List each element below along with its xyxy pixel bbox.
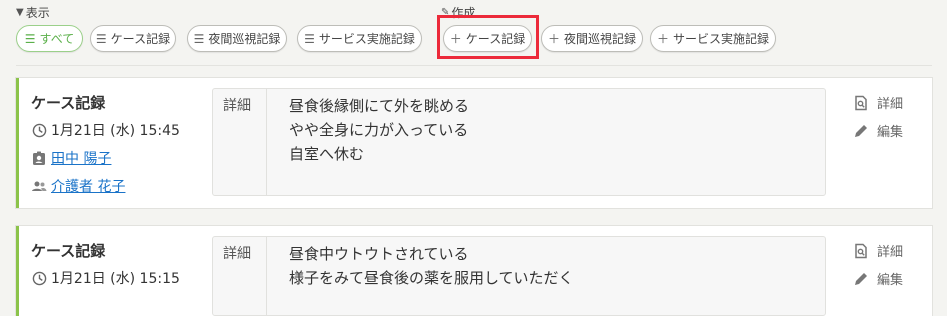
create-night-patrol-button[interactable]: ＋ 夜間巡視記録 [541, 25, 643, 52]
detail-action[interactable]: 詳細 [853, 93, 903, 112]
plus-icon: ＋ [656, 32, 669, 46]
clock-icon [31, 270, 47, 286]
filter-service-record-button[interactable]: ☰ サービス実施記録 [297, 25, 422, 52]
detail-text: 昼食後縁側にて外を眺める やや全身に力が入っている 自室へ休む [289, 97, 470, 163]
resident-link[interactable]: 田中 陽子 [51, 148, 111, 168]
record-resident: 田中 陽子 [31, 148, 111, 168]
divider [16, 65, 932, 66]
clock-icon [31, 122, 47, 138]
record-datetime: 1月21日 (水) 15:15 [31, 268, 180, 288]
filter-case-record-button[interactable]: ☰ ケース記録 [90, 25, 176, 52]
filter-icon: ☰ [95, 31, 107, 46]
filter-triangle-icon: ▼ [16, 7, 24, 18]
toolbar: ▼ 表示 ✎ 作成 ☰ すべて ☰ ケース記録 ☰ 夜間巡視記録 ☰ サービス実… [0, 0, 947, 66]
record-staff: 介護者 花子 [31, 176, 125, 196]
record-title: ケース記録 [31, 94, 106, 112]
resident-badge-icon [31, 150, 47, 166]
edit-action[interactable]: 編集 [853, 121, 903, 140]
filter-all-button[interactable]: ☰ すべて [16, 25, 83, 52]
edit-action[interactable]: 編集 [853, 269, 903, 288]
document-search-icon [853, 95, 869, 111]
detail-action[interactable]: 詳細 [853, 241, 903, 260]
record-title: ケース記録 [31, 242, 106, 260]
record-datetime: 1月21日 (水) 15:45 [31, 120, 180, 140]
detail-box: 詳細 昼食後縁側にて外を眺める やや全身に力が入っている 自室へ休む [212, 88, 826, 196]
filter-icon: ☰ [24, 31, 36, 46]
detail-label: 詳細 [213, 237, 267, 315]
filter-night-patrol-button[interactable]: ☰ 夜間巡視記録 [187, 25, 287, 52]
detail-box: 詳細 昼食中ウトウトされている 様子をみて昼食後の薬を服用していただく [212, 236, 826, 316]
document-search-icon [853, 243, 869, 259]
pencil-icon [853, 271, 869, 287]
display-group-label: ▼ 表示 [16, 6, 50, 20]
filter-icon: ☰ [193, 31, 205, 46]
people-icon [31, 178, 47, 194]
staff-link[interactable]: 介護者 花子 [51, 176, 125, 196]
record-card: ケース記録 1月21日 (水) 15:15 詳細 昼食中ウトウトされている 様子を… [16, 226, 932, 316]
detail-text: 昼食中ウトウトされている 様子をみて昼食後の薬を服用していただく [289, 245, 574, 287]
highlight-box [437, 15, 539, 59]
detail-label: 詳細 [213, 89, 267, 195]
record-card: ケース記録 1月21日 (水) 15:45 田中 陽子 介護者 花子 詳細 昼食… [16, 78, 932, 208]
pencil-icon [853, 123, 869, 139]
create-service-record-button[interactable]: ＋ サービス実施記録 [650, 25, 776, 52]
filter-icon: ☰ [304, 31, 315, 46]
plus-icon: ＋ [547, 32, 560, 46]
